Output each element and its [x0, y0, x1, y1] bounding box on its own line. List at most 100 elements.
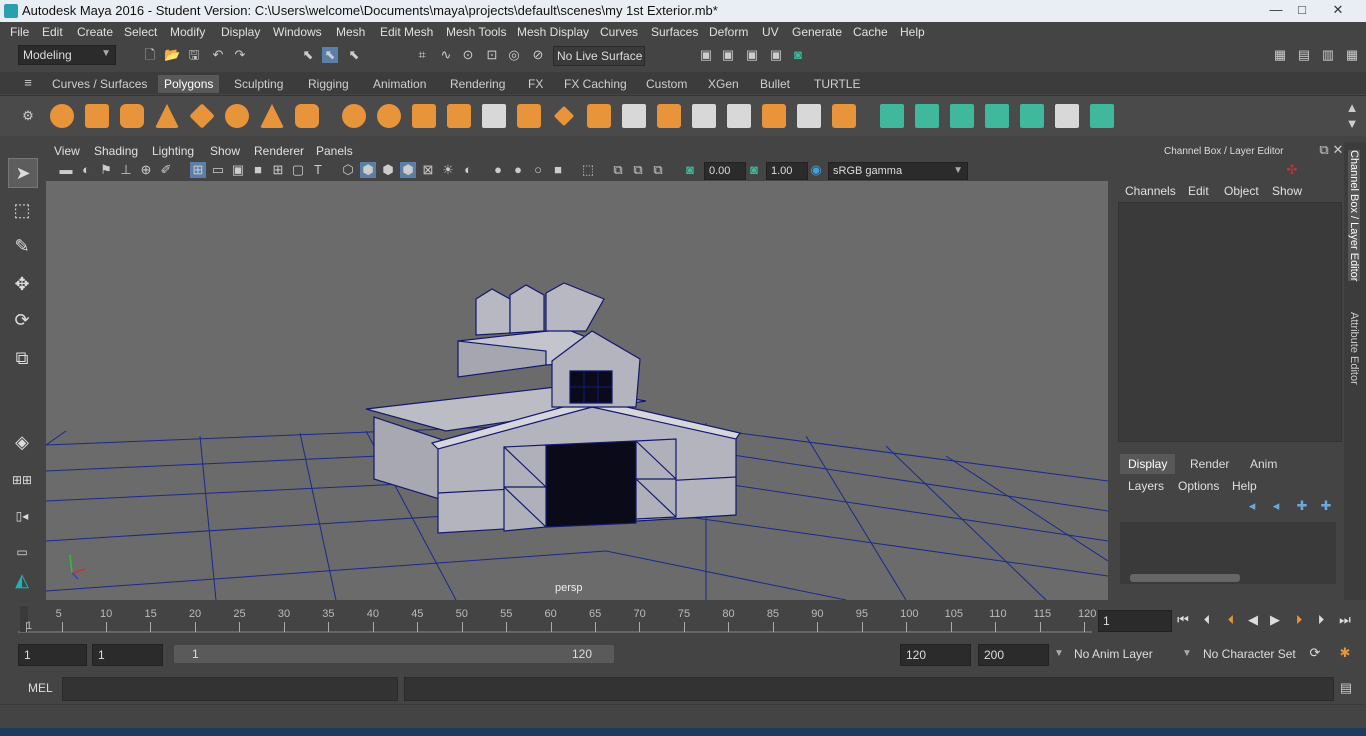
snap-surface-icon[interactable]: ◎ [506, 47, 522, 63]
append-polygon-icon[interactable] [762, 104, 786, 128]
grease-pencil-icon[interactable]: ✐ [158, 162, 174, 178]
menu-create[interactable]: Create [77, 25, 113, 39]
step-forward-key-icon[interactable]: ⏵ [1290, 612, 1308, 628]
extract-icon[interactable] [412, 104, 436, 128]
menu-curves[interactable]: Curves [600, 25, 638, 39]
help-menu[interactable]: Help [1232, 479, 1257, 493]
viewport-menu-renderer[interactable]: Renderer [254, 144, 304, 158]
layers-menu[interactable]: Layers [1128, 479, 1164, 493]
step-back-icon[interactable]: ⏴ [1198, 612, 1216, 628]
menu-uv[interactable]: UV [762, 25, 779, 39]
show-menu[interactable]: Show [1272, 184, 1302, 198]
shelf-tab-rigging[interactable]: Rigging [302, 75, 355, 93]
select-hierarchy-icon[interactable]: ⬉ [300, 47, 316, 63]
time-slider[interactable]: 1 5 10 15 20 25 30 35 40 45 50 55 60 65 70 75 80 85 90 95 10… [18, 604, 1096, 634]
lasso-tool-icon[interactable]: ⬚ [8, 196, 36, 224]
multi-cut-icon[interactable] [553, 105, 575, 127]
select-object-icon[interactable]: ⬉ [322, 47, 338, 63]
step-back-key-icon[interactable]: ⏴ [1222, 612, 1240, 628]
persp-outliner-layout-icon[interactable]: ▯◂ [8, 502, 36, 530]
layer-tab-anim[interactable]: Anim [1242, 454, 1285, 474]
toggle-attribute-editor-icon[interactable]: ▤ [1296, 47, 1312, 63]
menu-edit-mesh[interactable]: Edit Mesh [380, 25, 433, 39]
viewport-menu-view[interactable]: View [54, 144, 80, 158]
workspace-icon[interactable]: ▦ [1272, 47, 1288, 63]
playback-start-field[interactable]: 1 [92, 644, 163, 666]
poly-cube-icon[interactable] [85, 104, 109, 128]
isolate-select-icon[interactable]: ⬚ [580, 162, 596, 178]
use-all-lights-icon[interactable]: ☀ [440, 162, 456, 178]
uv-unfold-icon[interactable] [1090, 104, 1114, 128]
four-view-layout-icon[interactable]: ⊞⊞ [8, 466, 36, 494]
current-frame-field[interactable]: 1 [1098, 610, 1172, 632]
image-plane-icon[interactable]: ⊥ [118, 162, 134, 178]
color-management-icon[interactable]: ◉ [808, 162, 824, 178]
side-tab-attribute-editor[interactable]: Attribute Editor [1348, 312, 1360, 385]
separate-icon[interactable] [377, 104, 401, 128]
close-button[interactable]: ✕ [1326, 2, 1350, 18]
move-layer-down-icon[interactable]: ◂ [1268, 498, 1284, 514]
new-empty-layer-icon[interactable]: ✚ [1294, 498, 1310, 514]
render-view-icon[interactable]: ▣ [698, 47, 714, 63]
menu-modify[interactable]: Modify [170, 25, 205, 39]
edit-menu[interactable]: Edit [1188, 184, 1209, 198]
gamma-icon[interactable]: ◙ [746, 162, 762, 178]
safe-action-icon[interactable]: ▢ [290, 162, 306, 178]
go-to-start-icon[interactable]: ⏮ [1174, 612, 1192, 628]
render-current-icon[interactable]: ▣ [720, 47, 736, 63]
animation-preferences-icon[interactable]: ✱ [1336, 645, 1354, 661]
x-ray-joints-icon[interactable]: ⧉ [630, 162, 646, 178]
layer-list[interactable] [1120, 522, 1336, 584]
x-ray-icon[interactable]: ⧉ [610, 162, 626, 178]
menu-deform[interactable]: Deform [709, 25, 748, 39]
layer-tab-display[interactable]: Display [1120, 454, 1176, 474]
ambient-occlusion-icon[interactable]: ● [490, 162, 506, 178]
shelf-tab-xgen[interactable]: XGen [702, 75, 745, 93]
script-editor-icon[interactable]: ▤ [1338, 680, 1354, 696]
smooth-shade-icon[interactable]: ⬢ [360, 162, 376, 178]
move-layer-up-icon[interactable]: ◂ [1244, 498, 1260, 514]
poly-cone-icon[interactable] [155, 104, 179, 128]
bookmark-icon[interactable]: ⚑ [98, 162, 114, 178]
perspective-viewport[interactable]: persp [46, 181, 1108, 600]
anti-aliasing-icon[interactable]: ○ [530, 162, 546, 178]
insert-edge-loop-icon[interactable] [692, 104, 716, 128]
offset-edge-loop-icon[interactable] [727, 104, 751, 128]
extrude-icon[interactable] [587, 104, 611, 128]
save-scene-icon[interactable]: 🖫 [186, 47, 202, 63]
paint-select-tool-icon[interactable]: ✎ [8, 232, 36, 260]
bevel-icon[interactable] [657, 104, 681, 128]
wireframe-icon[interactable]: ⬡ [340, 162, 356, 178]
shelf-tab-animation[interactable]: Animation [367, 75, 432, 93]
menu-edit[interactable]: Edit [42, 25, 63, 39]
object-menu[interactable]: Object [1224, 184, 1259, 198]
gate-mask-icon[interactable]: ■ [250, 162, 266, 178]
x-ray-components-icon[interactable]: ⧉ [650, 162, 666, 178]
snap-curve-icon[interactable]: ∿ [438, 47, 454, 63]
channels-menu[interactable]: Channels [1125, 184, 1176, 198]
viewport-menu-shading[interactable]: Shading [94, 144, 138, 158]
go-to-end-icon[interactable]: ⏭ [1336, 612, 1354, 628]
uv-editor-icon[interactable] [1020, 104, 1044, 128]
mirror-icon[interactable] [517, 104, 541, 128]
shelf-tab-turtle[interactable]: TURTLE [808, 75, 866, 93]
menu-generate[interactable]: Generate [792, 25, 842, 39]
move-tool-icon[interactable]: ✥ [8, 270, 36, 298]
layer-list-scrollbar[interactable] [1130, 574, 1240, 582]
play-forward-icon[interactable]: ▶ [1266, 612, 1284, 628]
shelf-tab-custom[interactable]: Custom [640, 75, 693, 93]
uv-cylindrical-icon[interactable] [915, 104, 939, 128]
select-component-icon[interactable]: ⬉ [346, 47, 362, 63]
minimize-button[interactable]: — [1264, 2, 1288, 18]
menu-file[interactable]: File [10, 25, 29, 39]
exposure-icon[interactable]: ◙ [682, 162, 698, 178]
viewport-menu-panels[interactable]: Panels [316, 144, 353, 158]
make-live-icon[interactable]: ⊘ [530, 47, 546, 63]
open-scene-icon[interactable]: 📂 [164, 47, 180, 63]
poly-sphere-icon[interactable] [50, 104, 74, 128]
new-layer-from-selected-icon[interactable]: ✚ [1318, 498, 1334, 514]
uv-spherical-icon[interactable] [950, 104, 974, 128]
2d-pan-zoom-icon[interactable]: ⊕ [138, 162, 154, 178]
booleans-icon[interactable] [482, 104, 506, 128]
smooth-icon[interactable] [447, 104, 471, 128]
